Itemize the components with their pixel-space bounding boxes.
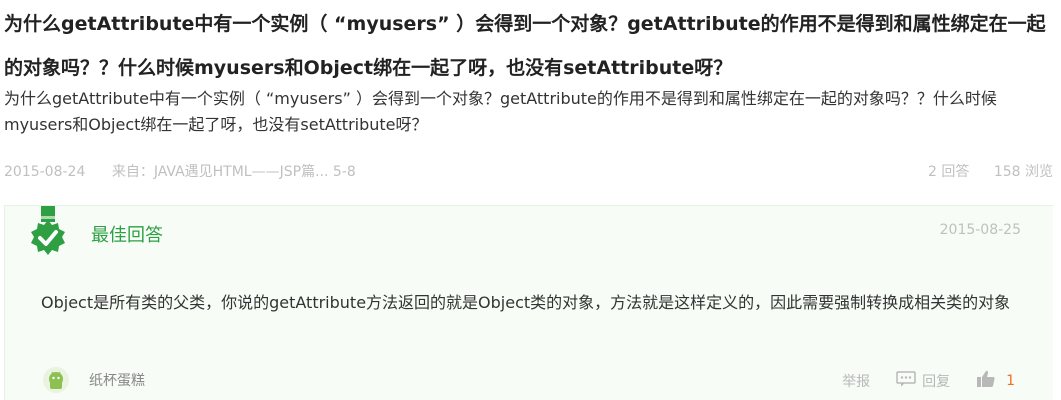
username[interactable]: 纸杯蛋糕: [89, 370, 145, 390]
best-answer-badge-icon: [25, 206, 71, 268]
answer-actions: 举报 回复 1: [816, 369, 1015, 393]
view-count: 158 浏览: [993, 164, 1053, 180]
thumbs-up-icon: [976, 370, 1002, 392]
avatar[interactable]: [43, 367, 69, 393]
answer-count: 2 回答: [928, 164, 970, 180]
answer-body: Object是所有类的父类，你说的getAttribute方法返回的就是Obje…: [41, 293, 1011, 312]
question-meta: 2015-08-24 来自：JAVA遇见HTML——JSP篇... 5-8 2 …: [4, 160, 1053, 184]
reply-button[interactable]: 回复: [896, 371, 950, 391]
best-answer-card: 最佳回答 2015-08-25 Object是所有类的父类，你说的getAttr…: [4, 205, 1053, 400]
report-label: 举报: [842, 374, 871, 390]
comment-icon: [896, 371, 922, 391]
question-description: 为什么getAttribute中有一个实例（ “myusers” ）会得到一个对…: [4, 89, 997, 134]
answer-date: 2015-08-25: [939, 222, 1021, 238]
question-title: 为什么getAttribute中有一个实例（ “myusers” ）会得到一个对…: [4, 13, 1046, 79]
question-source-link[interactable]: 来自：JAVA遇见HTML——JSP篇... 5-8: [112, 164, 356, 180]
report-button[interactable]: 举报: [842, 371, 870, 391]
reply-label: 回复: [922, 374, 951, 390]
answer-author[interactable]: 纸杯蛋糕: [43, 366, 145, 394]
question-date: 2015-08-24: [4, 164, 86, 180]
best-answer-label: 最佳回答: [91, 225, 163, 246]
like-button[interactable]: 1: [976, 370, 1015, 392]
like-count: 1: [1006, 373, 1015, 389]
